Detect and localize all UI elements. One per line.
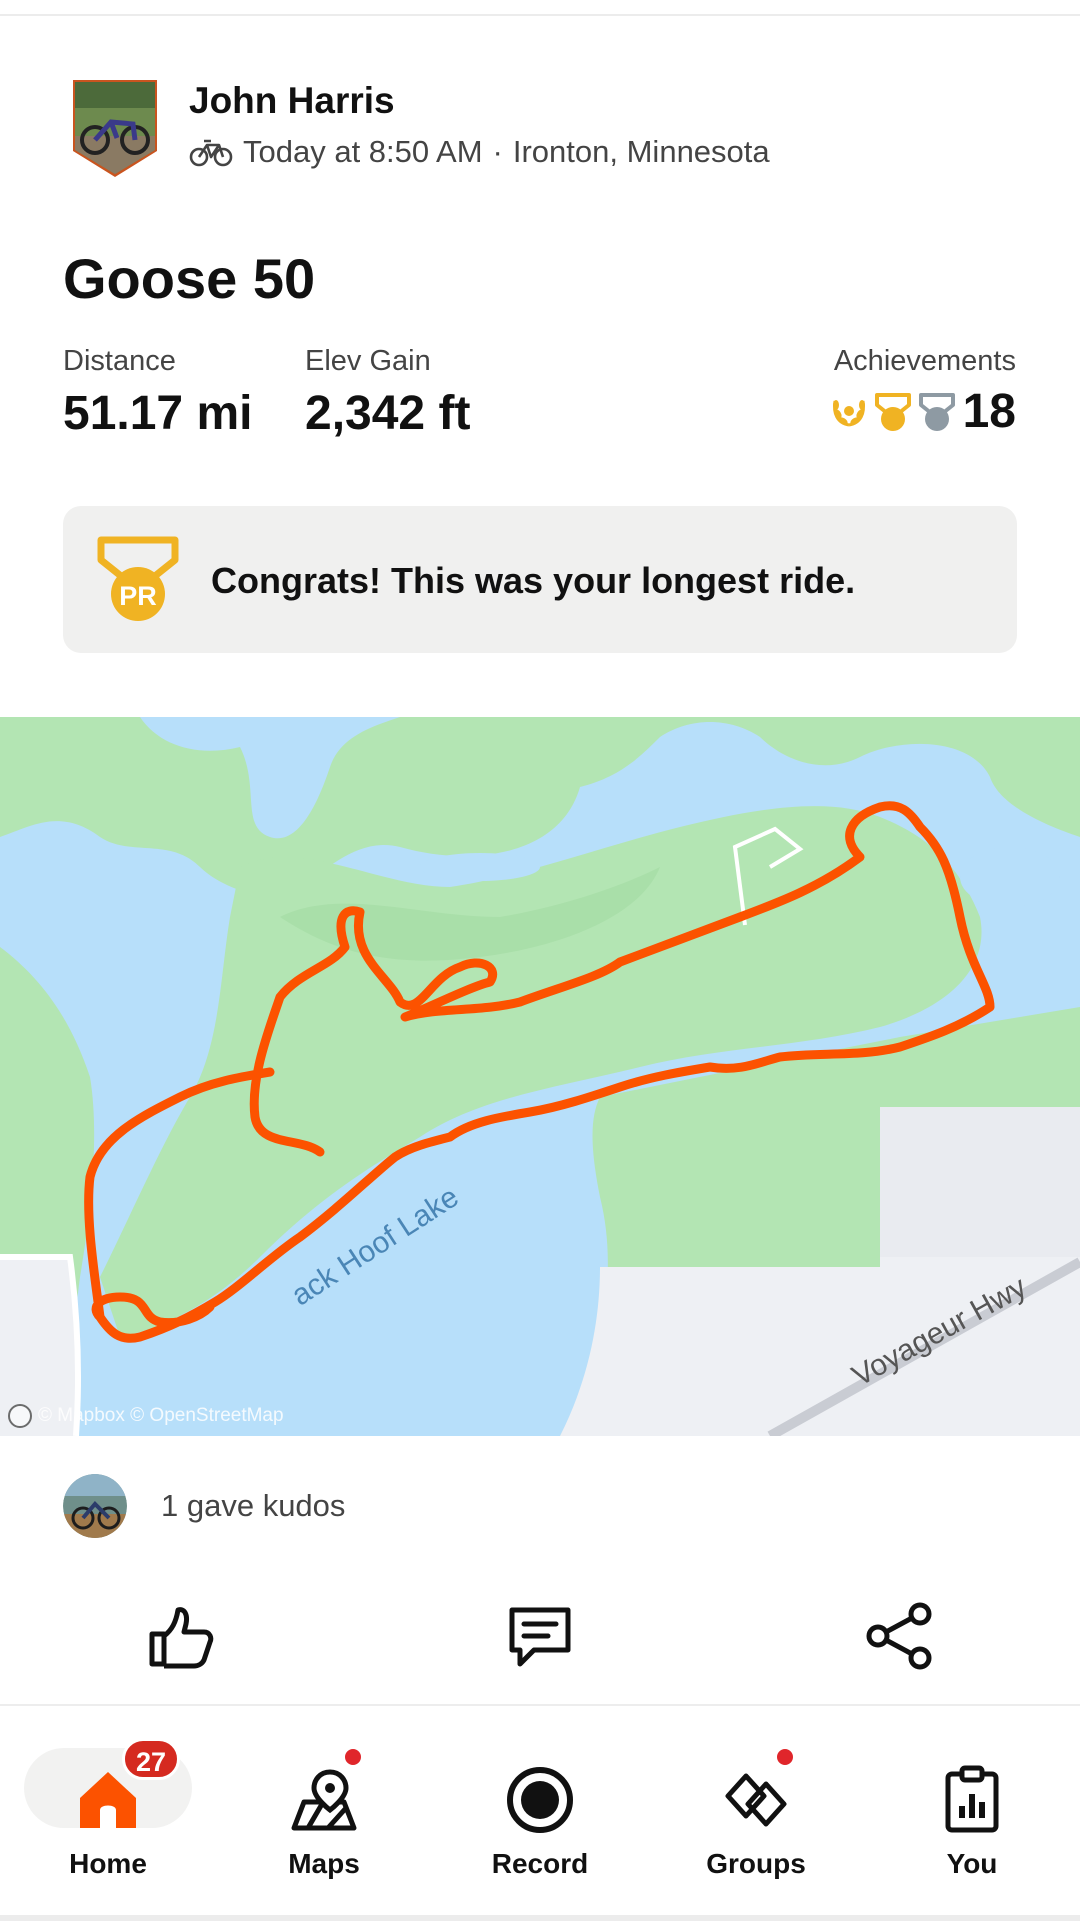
- kudos-row[interactable]: 1 gave kudos: [63, 1474, 345, 1538]
- athlete-name[interactable]: John Harris: [189, 80, 395, 122]
- tab-groups[interactable]: Groups: [666, 1748, 846, 1888]
- pond-north: [420, 853, 540, 881]
- comment-icon: [509, 1607, 571, 1667]
- maps-notification-dot: [342, 1746, 364, 1768]
- pr-badge-text: PR: [119, 581, 157, 611]
- share-icon: [866, 1602, 932, 1670]
- you-icon: [945, 1765, 999, 1833]
- elev-gain-stat: Elev Gain 2,342 ft: [305, 345, 470, 441]
- activity-actions: [0, 1600, 1080, 1680]
- gold-medal-icon: [874, 392, 911, 431]
- bottom-tab-bar: Home 27 Maps Record Groups You: [0, 1706, 1080, 1921]
- laurel-icon: [832, 399, 865, 426]
- athlete-avatar[interactable]: [71, 78, 159, 178]
- distance-stat: Distance 51.17 mi: [63, 345, 252, 441]
- top-divider: [0, 14, 1080, 16]
- groups-notification-dot: [774, 1746, 796, 1768]
- pond-east: [960, 847, 1060, 907]
- pr-medal-icon: PR: [97, 536, 179, 621]
- pr-congrats-card[interactable]: PR Congrats! This was your longest ride.: [63, 506, 1017, 653]
- tab-record[interactable]: Record: [450, 1748, 630, 1888]
- mapbox-logo-icon: [8, 1404, 32, 1428]
- give-kudos-button[interactable]: [144, 1600, 216, 1672]
- bike-icon: [189, 139, 233, 167]
- groups-icon: [725, 1773, 787, 1827]
- activity-location: Ironton, Minnesota: [512, 134, 770, 169]
- gesture-bar: [0, 1915, 1080, 1921]
- record-icon: [507, 1767, 573, 1833]
- tab-maps[interactable]: Maps: [234, 1748, 414, 1888]
- elev-gain-value: 2,342 ft: [305, 387, 471, 440]
- achievements-stat[interactable]: Achievements 18: [829, 345, 1016, 439]
- kudos-count-text: 1 gave kudos: [161, 1488, 346, 1523]
- maps-icon: [291, 1769, 357, 1831]
- home-notification-badge: 27: [122, 1738, 180, 1780]
- tab-record-label: Record: [491, 1848, 589, 1879]
- activity-meta: Today at 8:50 AM · Ironton, Minnesota: [189, 134, 770, 170]
- activity-timestamp: Today at 8:50 AM: [243, 134, 483, 169]
- meta-separator: ·: [492, 134, 503, 169]
- activity-title[interactable]: Goose 50: [63, 246, 315, 311]
- building-block: [880, 1107, 1080, 1257]
- tab-home-label: Home: [69, 1848, 147, 1879]
- map-attribution[interactable]: © Mapbox © OpenStreetMap: [8, 1404, 284, 1428]
- activity-header: John Harris Today at 8:50 AM · Ironton, …: [63, 72, 1023, 182]
- thumbs-up-icon: [149, 1607, 214, 1669]
- kudos-avatar: [63, 1474, 127, 1538]
- achievements-label: Achievements: [833, 345, 1016, 377]
- tab-you-label: You: [946, 1848, 998, 1879]
- tab-maps-label: Maps: [288, 1848, 360, 1879]
- elev-gain-label: Elev Gain: [305, 345, 431, 377]
- distance-value: 51.17 mi: [63, 387, 253, 440]
- congrats-message: Congrats! This was your longest ride.: [211, 560, 856, 601]
- distance-label: Distance: [63, 345, 176, 377]
- route-map[interactable]: ack Hoof Lake Voyageur Hwy © Mapbox © Op…: [0, 717, 1080, 1436]
- silver-medal-icon: [918, 392, 955, 431]
- comment-button[interactable]: [504, 1600, 576, 1672]
- share-button[interactable]: [864, 1600, 936, 1672]
- achievements-count: 18: [962, 385, 1016, 438]
- tab-you[interactable]: You: [882, 1748, 1062, 1888]
- attribution-text: © Mapbox © OpenStreetMap: [38, 1405, 284, 1426]
- tab-groups-label: Groups: [706, 1848, 806, 1879]
